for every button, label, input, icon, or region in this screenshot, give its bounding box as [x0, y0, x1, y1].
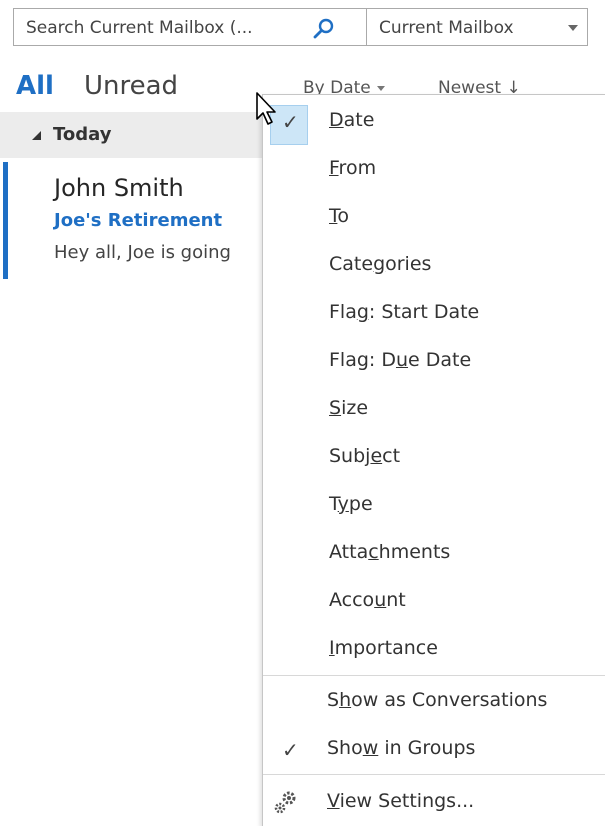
menu-item-type-label-post: pe	[348, 493, 373, 515]
chevron-down-icon	[376, 85, 385, 91]
group-label: Today	[53, 124, 112, 145]
menu-item-subject-label-pre: Subj	[329, 445, 371, 467]
menu-item-attachments-label-pre: Atta	[329, 541, 369, 563]
search-input[interactable]: Search Current Mailbox (...	[26, 18, 253, 38]
menu-item-type-label-pre: T	[329, 493, 338, 515]
menu-item-flag-start-date-label-post: : Start Date	[368, 301, 480, 323]
menu-item-flag-due-date[interactable]: Flag: Due Date	[329, 349, 471, 371]
menu-item-show-in-groups-label-pre: Sho	[327, 737, 363, 759]
menu-item-show-as-conversations-access-key: h	[339, 689, 352, 711]
menu-item-account[interactable]: Account	[329, 589, 406, 611]
menu-item-categories-label-post: ories	[385, 253, 432, 275]
menu-item-type[interactable]: Type	[329, 493, 373, 515]
search-box[interactable]: Search Current Mailbox (...	[13, 8, 367, 46]
message-sender: John Smith	[54, 174, 184, 202]
check-icon: ✓	[282, 738, 299, 762]
filter-all[interactable]: All	[16, 71, 54, 101]
menu-item-importance-label-post: mportance	[334, 637, 438, 659]
menu-item-flag-start-date-access-key: g	[356, 301, 369, 323]
message-preview: Hey all, Joe is going	[54, 242, 231, 263]
menu-item-importance[interactable]: Importance	[329, 637, 438, 659]
selection-bar	[3, 162, 8, 279]
menu-item-show-as-conversations[interactable]: Show as Conversations	[327, 689, 547, 711]
menu-item-size-label-post: ize	[341, 397, 369, 419]
chevron-down-icon	[568, 25, 578, 31]
check-icon: ✓	[282, 110, 299, 134]
menu-item-view-settings-access-key: V	[327, 790, 340, 812]
menu-item-show-in-groups-label-post: in Groups	[378, 737, 476, 759]
menu-item-categories-access-key: g	[373, 253, 386, 275]
menu-item-show-in-groups[interactable]: Show in Groups	[327, 737, 475, 759]
search-scope-dropdown[interactable]: Current Mailbox	[366, 8, 588, 46]
menu-item-flag-due-date-label-pre: Flag: D	[329, 349, 396, 371]
filter-unread[interactable]: Unread	[84, 71, 178, 101]
menu-item-to[interactable]: To	[329, 205, 349, 227]
menu-item-view-settings[interactable]: View Settings...	[327, 790, 474, 812]
menu-item-show-in-groups-access-key: w	[362, 737, 379, 759]
menu-item-size[interactable]: Size	[329, 397, 368, 419]
mouse-cursor-icon	[256, 92, 276, 125]
menu-separator	[263, 675, 605, 676]
menu-item-show-as-conversations-label-post: ow as Conversations	[351, 689, 548, 711]
search-scope-value: Current Mailbox	[379, 18, 514, 38]
menu-item-account-label-pre: Acco	[329, 589, 375, 611]
menu-item-flag-due-date-label-post: e Date	[408, 349, 472, 371]
menu-item-categories[interactable]: Categories	[329, 253, 431, 275]
group-header[interactable]: Today	[0, 112, 262, 158]
menu-separator	[263, 774, 605, 775]
menu-item-attachments-label-post: hments	[378, 541, 451, 563]
collapse-triangle-icon[interactable]	[32, 131, 41, 140]
search-icon[interactable]	[312, 17, 336, 41]
menu-item-attachments-access-key: c	[368, 541, 379, 563]
menu-item-date[interactable]: Date	[329, 109, 374, 131]
menu-item-flag-start-date-label-pre: Fla	[329, 301, 357, 323]
menu-item-from[interactable]: From	[329, 157, 376, 179]
menu-item-from-label-post: rom	[338, 157, 377, 179]
menu-item-type-access-key: y	[337, 493, 349, 515]
menu-item-subject-label-post: ct	[382, 445, 401, 467]
menu-item-to-label-post: o	[337, 205, 350, 227]
menu-item-attachments[interactable]: Attachments	[329, 541, 450, 563]
menu-item-flag-start-date[interactable]: Flag: Start Date	[329, 301, 479, 323]
gear-icon	[274, 791, 296, 814]
menu-item-date-access-key: D	[329, 109, 344, 131]
menu-item-show-as-conversations-label-pre: S	[327, 689, 340, 711]
menu-item-categories-label-pre: Cate	[329, 253, 374, 275]
menu-item-date-label-post: ate	[343, 109, 375, 131]
menu-item-account-access-key: u	[374, 589, 387, 611]
arrange-by-menu: Date ✓ From To Categories Flag: Start Date Fla…	[262, 94, 605, 826]
menu-item-size-access-key: S	[329, 397, 342, 419]
menu-item-subject[interactable]: Subject	[329, 445, 400, 467]
menu-item-account-label-post: nt	[386, 589, 406, 611]
menu-item-view-settings-label-post: iew Settings...	[339, 790, 475, 812]
menu-item-flag-due-date-access-key: u	[395, 349, 409, 371]
menu-item-subject-access-key: e	[370, 445, 383, 467]
message-subject: Joe's Retirement	[54, 210, 223, 231]
menu-item-from-access-key: F	[329, 157, 339, 179]
